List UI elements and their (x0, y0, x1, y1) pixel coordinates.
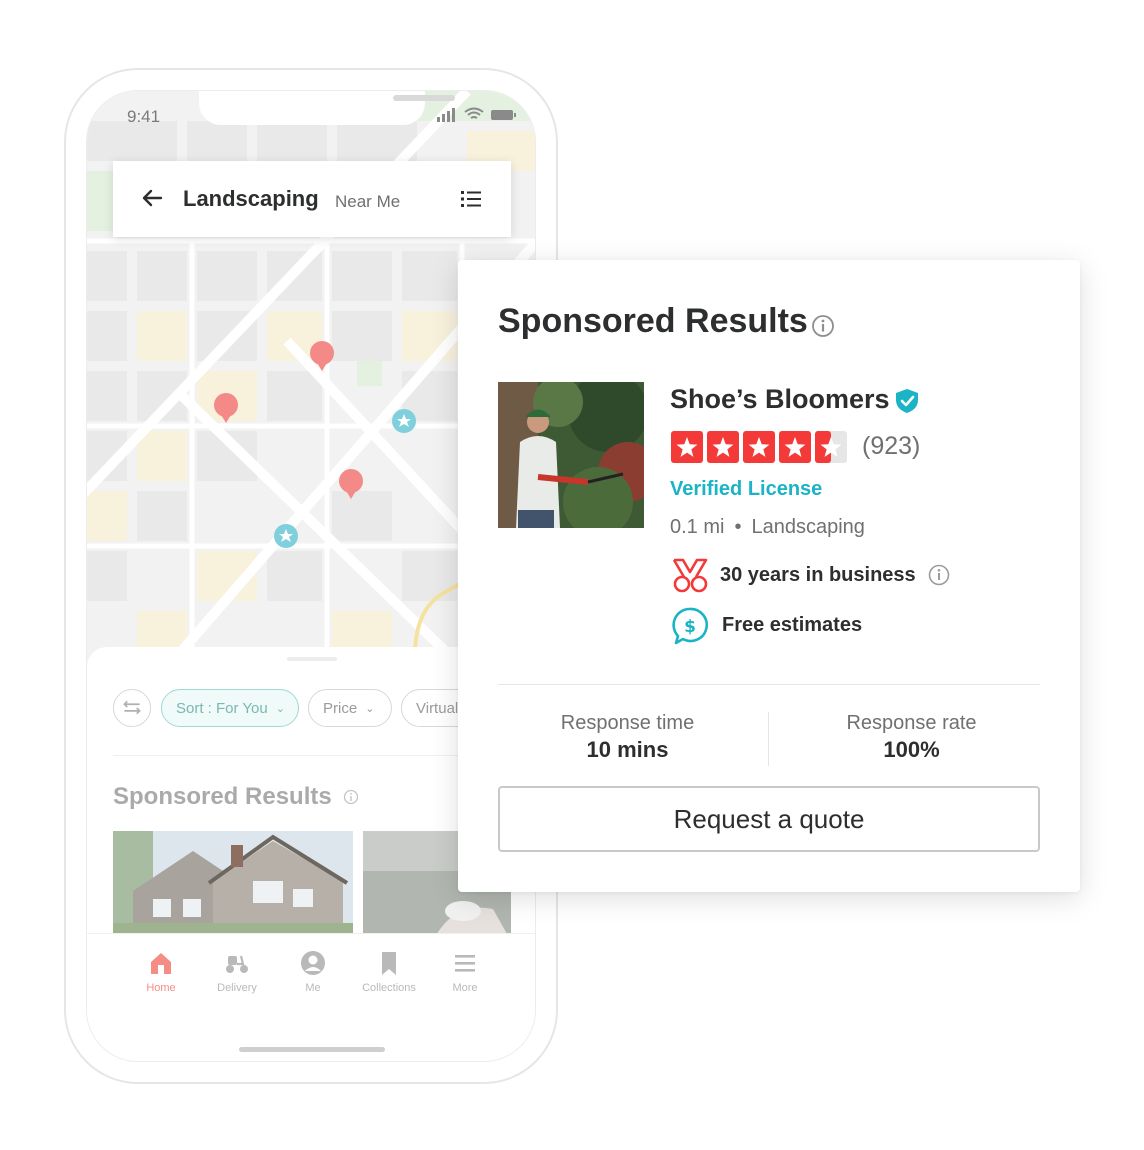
business-meta: 0.1 mi • Landscaping (670, 516, 865, 539)
request-quote-button[interactable]: Request a quote (498, 786, 1040, 852)
card-title: Sponsored Results (498, 302, 808, 340)
star-icon (743, 431, 775, 463)
tab-delivery[interactable]: Delivery (199, 950, 275, 994)
sort-chip-label: Sort : For You (176, 699, 268, 717)
stat-label: Response rate (846, 712, 977, 734)
response-time-stat: Response time 10 mins (492, 712, 763, 763)
star-icon (779, 431, 811, 463)
tab-home[interactable]: Home (123, 950, 199, 994)
home-indicator[interactable] (239, 1047, 385, 1052)
chevron-down-icon: ⌄ (365, 702, 375, 715)
home-icon (151, 953, 171, 974)
tab-me[interactable]: Me (275, 950, 351, 994)
user-icon (301, 951, 325, 975)
tab-bar: Home Delivery Me Collections More (87, 933, 535, 1023)
star-icon (707, 431, 739, 463)
virtual-chip-label: Virtual (416, 699, 459, 717)
award-icon (672, 558, 708, 593)
scooter-icon (226, 955, 248, 973)
status-time: 9:41 (127, 107, 161, 126)
meta-separator: • (734, 516, 742, 538)
sheet-drag-handle[interactable] (287, 657, 337, 661)
search-title[interactable]: Landscaping (183, 186, 319, 212)
star-icon (815, 431, 847, 463)
tab-label: Collections (362, 982, 416, 994)
business-photo[interactable] (498, 382, 644, 528)
house-photo[interactable] (113, 831, 353, 941)
menu-icon (455, 955, 475, 972)
info-icon[interactable] (928, 564, 950, 586)
sheet-sponsored-title: Sponsored Results (113, 783, 332, 810)
tab-label: Home (146, 982, 176, 994)
review-count[interactable]: (923) (862, 432, 920, 461)
filter-button[interactable] (113, 689, 151, 727)
stat-value: 10 mins (586, 737, 669, 762)
search-header[interactable]: Landscaping Near Me (113, 161, 511, 237)
divider (498, 684, 1040, 685)
verified-shield-icon (896, 389, 918, 413)
status-icons (437, 107, 516, 122)
map-pin-featured[interactable] (274, 524, 298, 548)
tab-more[interactable]: More (427, 950, 503, 994)
sponsored-result-card[interactable]: Sponsored Results Shoe’s Bloomers (923) … (458, 260, 1080, 892)
sliders-icon (123, 700, 141, 715)
search-location[interactable]: Near Me (335, 192, 400, 212)
speaker-grille (393, 95, 455, 101)
free-estimates: Free estimates (722, 614, 863, 636)
back-arrow-icon[interactable] (141, 188, 163, 208)
distance: 0.1 mi (670, 516, 725, 538)
price-chip[interactable]: Price ⌄ (308, 689, 392, 727)
stat-separator (768, 712, 769, 766)
response-rate-stat: Response rate 100% (776, 712, 1047, 763)
business-name[interactable]: Shoe’s Bloomers (670, 384, 890, 415)
star-rating (671, 431, 847, 463)
info-icon[interactable] (811, 314, 835, 338)
star-icon (671, 431, 703, 463)
tab-label: More (452, 982, 478, 994)
bookmark-icon (382, 952, 396, 975)
years-in-business: 30 years in business (720, 564, 916, 586)
svg-text:$: $ (684, 617, 696, 637)
price-chip-label: Price (323, 699, 358, 717)
map-pin-featured[interactable] (392, 409, 416, 433)
tab-label: Delivery (217, 982, 257, 994)
list-view-icon[interactable] (461, 190, 481, 208)
dollar-chat-icon: $ (672, 607, 709, 645)
tab-label: Me (305, 982, 321, 994)
verified-license-link[interactable]: Verified License (670, 478, 822, 501)
stat-label: Response time (560, 712, 695, 734)
divider (113, 755, 511, 756)
info-icon[interactable] (343, 789, 359, 805)
chevron-down-icon: ⌄ (275, 702, 285, 715)
stat-value: 100% (883, 737, 940, 762)
phone-notch (199, 91, 455, 125)
sort-chip[interactable]: Sort : For You ⌄ (161, 689, 299, 727)
tab-collections[interactable]: Collections (351, 950, 427, 994)
business-category: Landscaping (751, 516, 865, 538)
